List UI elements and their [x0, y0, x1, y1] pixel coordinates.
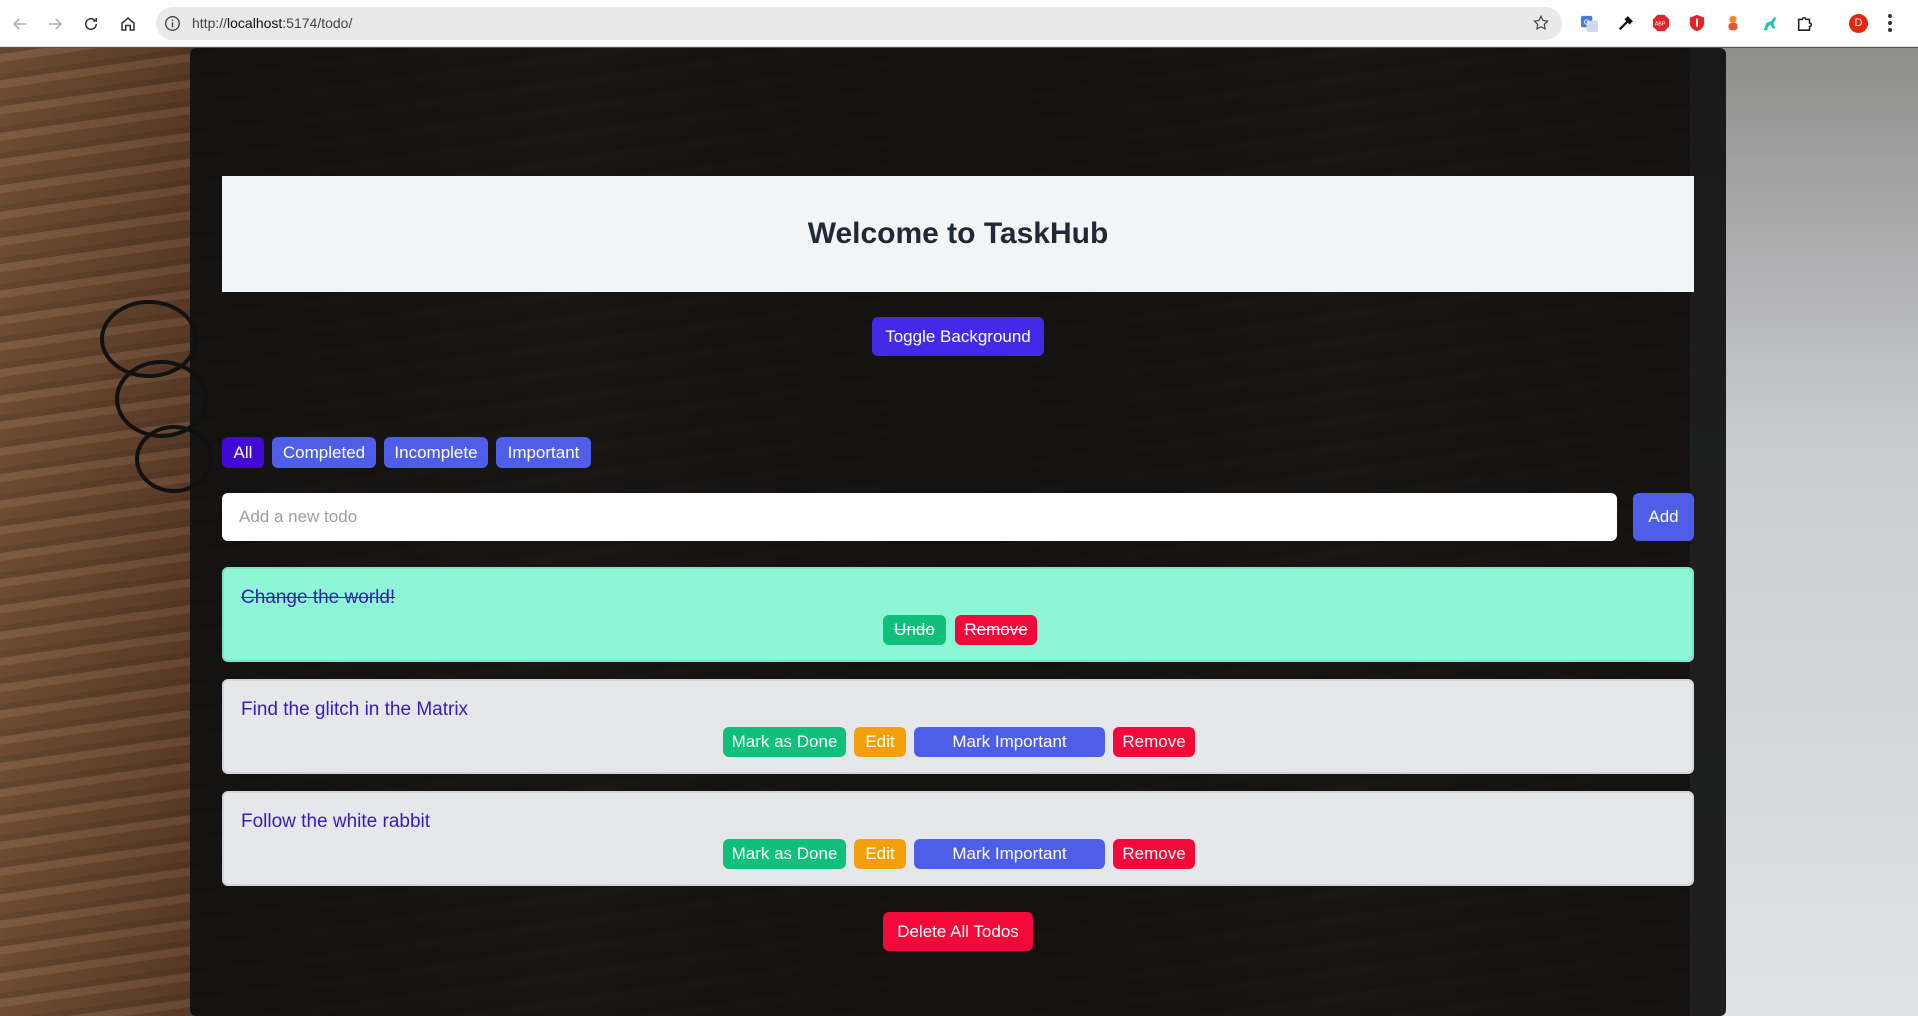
address-bar[interactable]: http://localhost:5174/todo/ [156, 7, 1562, 40]
browser-toolbar: http://localhost:5174/todo/ G ABP D [0, 0, 1918, 47]
profile-avatar[interactable]: D [1849, 14, 1868, 33]
remove-button[interactable]: Remove [955, 615, 1037, 645]
back-icon[interactable] [8, 12, 32, 36]
translate-icon[interactable]: G [1579, 13, 1599, 33]
todo-item: Find the glitch in the Matrix Mark as Do… [222, 679, 1694, 774]
reload-icon[interactable] [79, 12, 103, 36]
home-icon[interactable] [116, 12, 140, 36]
undo-button[interactable]: Undo [883, 615, 946, 645]
filter-incomplete-button[interactable]: Incomplete [384, 437, 488, 468]
add-todo-button[interactable]: Add [1633, 493, 1694, 541]
svg-text:ABP: ABP [1655, 22, 1666, 28]
mark-done-button[interactable]: Mark as Done [723, 727, 846, 757]
todo-item: Follow the white rabbit Mark as Done Edi… [222, 791, 1694, 886]
dino-extension-icon[interactable] [1759, 13, 1779, 33]
forward-icon[interactable] [43, 12, 67, 36]
filter-all-button[interactable]: All [222, 437, 264, 468]
todo-text: Change the world! [241, 587, 396, 608]
remove-button[interactable]: Remove [1113, 839, 1195, 869]
more-menu-icon[interactable] [1887, 13, 1893, 33]
remove-button[interactable]: Remove [1113, 727, 1195, 757]
edit-button[interactable]: Edit [854, 839, 906, 869]
filter-important-button[interactable]: Important [496, 437, 591, 468]
url-text: http://localhost:5174/todo/ [192, 15, 353, 31]
svg-text:G: G [1583, 17, 1589, 26]
ublock-icon[interactable] [1687, 13, 1707, 33]
mark-important-button[interactable]: Mark Important [914, 727, 1105, 757]
todo-text: Find the glitch in the Matrix [241, 699, 469, 720]
character-extension-icon[interactable] [1723, 13, 1743, 33]
edit-button[interactable]: Edit [854, 727, 906, 757]
bookmark-star-icon[interactable] [1532, 14, 1550, 32]
mark-done-button[interactable]: Mark as Done [723, 839, 846, 869]
page-title: Welcome to TaskHub [807, 217, 1109, 250]
toggle-background-button[interactable]: Toggle Background [872, 317, 1044, 356]
new-todo-input[interactable] [222, 493, 1617, 541]
eyedropper-icon[interactable] [1616, 13, 1636, 33]
filter-completed-button[interactable]: Completed [272, 437, 376, 468]
delete-all-todos-button[interactable]: Delete All Todos [883, 912, 1033, 951]
adblock-icon[interactable]: ABP [1651, 13, 1671, 33]
puzzle-piece-icon[interactable] [1795, 13, 1815, 33]
mark-important-button[interactable]: Mark Important [914, 839, 1105, 869]
header-banner: Welcome to TaskHub [222, 176, 1694, 292]
todo-item: Change the world! Undo Remove [222, 567, 1694, 662]
site-info-icon[interactable] [164, 15, 181, 32]
todo-text: Follow the white rabbit [241, 811, 431, 832]
